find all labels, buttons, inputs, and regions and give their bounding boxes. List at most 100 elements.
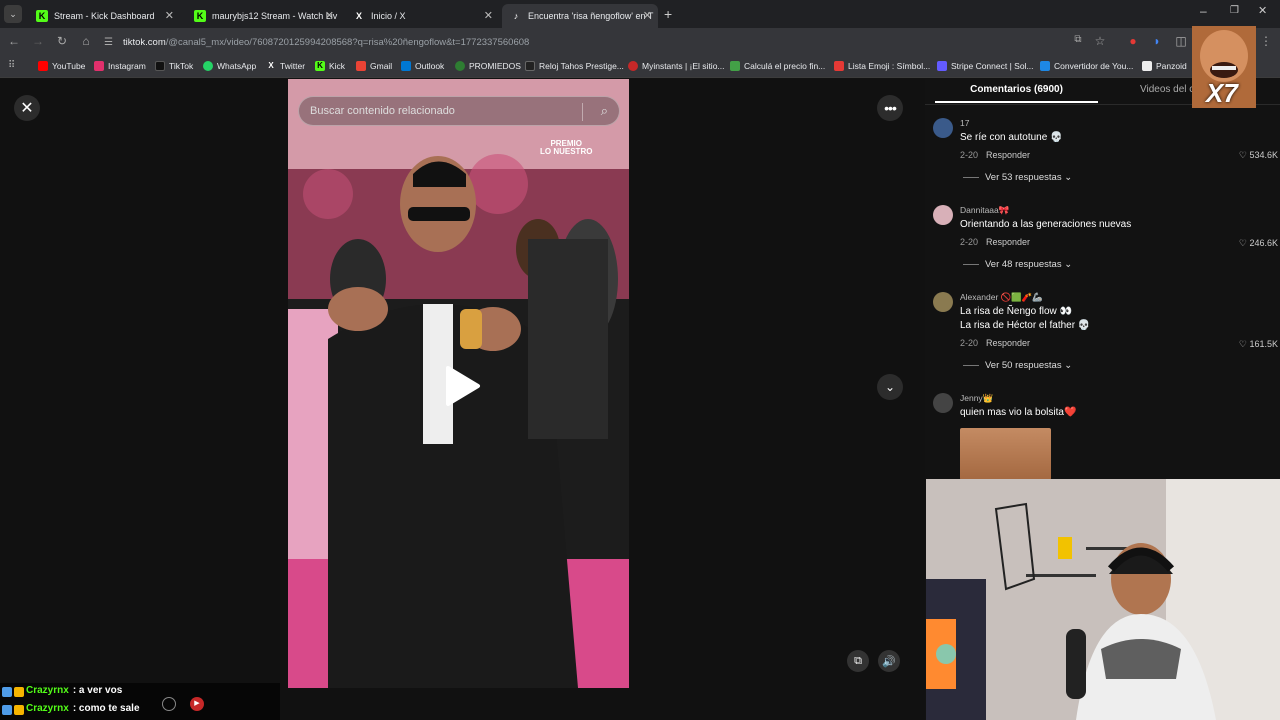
chat-username[interactable]: Crazyrnx bbox=[26, 703, 69, 714]
bookmark-twitter[interactable]: X Twitter bbox=[266, 61, 305, 71]
avatar[interactable] bbox=[933, 118, 953, 138]
related-search-bar[interactable]: Buscar contenido relacionado ⌕ bbox=[298, 96, 620, 126]
comment-text-line2: La risa de Héctor el father 💀 bbox=[960, 320, 1091, 331]
tab-tiktok-active[interactable]: ♪ Encuentra 'risa ñengoflow' en T ✕ bbox=[502, 4, 658, 28]
comment-username[interactable]: 17 bbox=[960, 118, 969, 128]
chat-text: : como te sale bbox=[72, 703, 140, 714]
tab-x-home[interactable]: X Inicio / X ✕ bbox=[345, 4, 499, 28]
x-logo-icon: X bbox=[268, 61, 274, 70]
extension-icon[interactable]: ● bbox=[1125, 34, 1141, 48]
tab-title: Inicio / X bbox=[371, 11, 406, 21]
bookmark-promiedos[interactable]: PROMIEDOS bbox=[455, 61, 521, 71]
comment-image-attachment[interactable] bbox=[960, 428, 1051, 479]
play-icon[interactable] bbox=[442, 364, 482, 408]
tiktok-icon bbox=[155, 61, 165, 71]
tab-title: maurybjs12 Stream - Watch Liv bbox=[212, 11, 338, 21]
reload-icon[interactable]: ↻ bbox=[54, 34, 70, 48]
chat-username[interactable]: Crazyrnx bbox=[26, 685, 69, 696]
close-tab-icon[interactable]: ✕ bbox=[484, 9, 493, 22]
picture-in-picture-button[interactable]: ⧉ bbox=[847, 650, 869, 672]
bookmarks-bar: ⠿ YouTube Instagram TikTok WhatsApp X Twi… bbox=[0, 56, 1280, 78]
bookmark-myinstants[interactable]: Myinstants | ¡El sitio... bbox=[628, 61, 725, 71]
tab-creator-videos[interactable]: Videos del c bbox=[1140, 84, 1194, 95]
avatar[interactable] bbox=[933, 292, 953, 312]
menu-icon[interactable]: ⋮ bbox=[1258, 34, 1274, 48]
bookmark-whatsapp[interactable]: WhatsApp bbox=[203, 61, 256, 71]
related-search-input[interactable]: Buscar contenido relacionado bbox=[310, 105, 455, 117]
tab-comments[interactable]: Comentarios (6900) bbox=[935, 84, 1098, 95]
tab-kick-dashboard[interactable]: K Stream - Kick Dashboard ✕ bbox=[28, 4, 180, 28]
restore-icon[interactable]: ❐ bbox=[1230, 5, 1239, 16]
apps-grid-icon[interactable]: ⠿ bbox=[8, 60, 15, 71]
comment-text: Se ríe con autotune 💀 bbox=[960, 132, 1063, 143]
close-tab-icon[interactable]: ✕ bbox=[325, 9, 334, 22]
new-tab-icon[interactable]: + bbox=[664, 6, 672, 22]
converter-icon bbox=[1040, 61, 1050, 71]
close-tab-icon[interactable]: ✕ bbox=[165, 9, 174, 22]
bookmark-emoji[interactable]: Lista Emoji : Símbol... bbox=[834, 61, 930, 71]
next-video-button[interactable]: ⌄ bbox=[877, 374, 903, 400]
like-count[interactable]: ♡ 161.5K bbox=[1239, 339, 1278, 350]
reply-button[interactable]: Responder bbox=[986, 338, 1030, 348]
comment-text: La risa de Ñengo flow 👀 bbox=[960, 306, 1072, 317]
home-icon[interactable]: ⌂ bbox=[78, 34, 94, 48]
streamer-webcam bbox=[926, 479, 1280, 720]
miniplayer-icon: ⧉ bbox=[854, 654, 862, 667]
kick-icon: K bbox=[315, 61, 325, 71]
comment-username[interactable]: Alexander 🚫🟩🧨🦾 bbox=[960, 292, 1043, 303]
extensions-puzzle-icon[interactable]: ◫ bbox=[1173, 34, 1189, 48]
webcam-feed-image bbox=[926, 479, 1280, 720]
moderator-badge-icon bbox=[2, 705, 12, 715]
bookmark-youtube[interactable]: YouTube bbox=[38, 61, 85, 71]
comment-username[interactable]: Dannitaaa🎀 bbox=[960, 205, 1009, 216]
bookmark-outlook[interactable]: Outlook bbox=[401, 61, 444, 71]
avatar[interactable] bbox=[933, 393, 953, 413]
bookmark-panzoid[interactable]: Panzoid bbox=[1142, 61, 1187, 71]
reply-button[interactable]: Responder bbox=[986, 237, 1030, 247]
bookmark-instagram[interactable]: Instagram bbox=[94, 61, 146, 71]
comment-text: Orientando a las generaciones nuevas bbox=[960, 219, 1132, 230]
view-replies-button[interactable]: Ver 50 respuestas ⌄ bbox=[963, 360, 1072, 371]
back-icon[interactable]: ← bbox=[6, 34, 22, 48]
view-replies-button[interactable]: Ver 53 respuestas ⌄ bbox=[963, 172, 1072, 183]
install-app-icon[interactable]: ⧉ bbox=[1070, 34, 1086, 45]
avatar[interactable] bbox=[933, 205, 953, 225]
kick-icon: K bbox=[36, 10, 48, 22]
like-count[interactable]: ♡ 246.6K bbox=[1239, 238, 1278, 249]
search-icon[interactable]: ⌕ bbox=[601, 103, 608, 119]
gmail-icon bbox=[356, 61, 366, 71]
comment-text: quien mas vio la bolsita❤️ bbox=[960, 407, 1077, 418]
bookmark-convertidor[interactable]: Convertidor de You... bbox=[1040, 61, 1133, 71]
bookmark-tiktok[interactable]: TikTok bbox=[155, 61, 193, 71]
bookmark-kick[interactable]: K Kick bbox=[315, 61, 345, 71]
bookmark-reloj[interactable]: Reloj Tahos Prestige... bbox=[525, 61, 624, 71]
bookmark-gmail[interactable]: Gmail bbox=[356, 61, 392, 71]
close-window-icon[interactable]: ✕ bbox=[1258, 4, 1267, 17]
bookmark-stripe[interactable]: Stripe Connect | Sol... bbox=[937, 61, 1034, 71]
site-info-icon[interactable]: ☰ bbox=[104, 37, 113, 48]
comment-item: Dannitaaa🎀 Orientando a las generaciones… bbox=[933, 205, 1278, 275]
minimize-icon[interactable]: – bbox=[1200, 4, 1207, 18]
bookmark-calculadora[interactable]: Calculá el precio fin... bbox=[730, 61, 825, 71]
forward-icon[interactable]: → bbox=[30, 34, 46, 48]
steam-icon bbox=[162, 697, 176, 711]
reply-button[interactable]: Responder bbox=[986, 150, 1030, 160]
bookmark-star-icon[interactable]: ☆ bbox=[1092, 34, 1108, 48]
browser-toolbar: ← → ↻ ⌂ ☰ tiktok.com/@canal5_mx/video/76… bbox=[0, 28, 1280, 56]
like-count[interactable]: ♡ 534.6K bbox=[1239, 150, 1278, 161]
address-bar[interactable]: ☰ tiktok.com/@canal5_mx/video/7608720125… bbox=[104, 31, 1104, 53]
view-replies-button[interactable]: Ver 48 respuestas ⌄ bbox=[963, 259, 1072, 270]
premio-lo-nuestro-watermark: PREMIO LO NUESTRO bbox=[540, 139, 593, 156]
comments-panel: Comentarios (6900) Videos del c 17 Se rí… bbox=[925, 79, 1280, 479]
subscriber-badge-icon bbox=[14, 687, 24, 697]
address-path: /@canal5_mx/video/7608720125994208568?q=… bbox=[165, 36, 530, 48]
extension-audio-icon[interactable]: ◗ bbox=[1149, 34, 1165, 48]
volume-button[interactable]: 🔊 bbox=[878, 650, 900, 672]
tab-search-button[interactable]: ⌄ bbox=[4, 5, 22, 23]
more-dots-icon: ••• bbox=[884, 100, 897, 116]
close-tab-icon[interactable]: ✕ bbox=[643, 9, 652, 22]
close-video-button[interactable]: ✕ bbox=[14, 95, 40, 121]
tab-kick-stream[interactable]: K maurybjs12 Stream - Watch Liv ✕ bbox=[186, 4, 340, 28]
more-options-button[interactable]: ••• bbox=[877, 95, 903, 121]
comment-username[interactable]: Jenny👑 bbox=[960, 393, 993, 404]
